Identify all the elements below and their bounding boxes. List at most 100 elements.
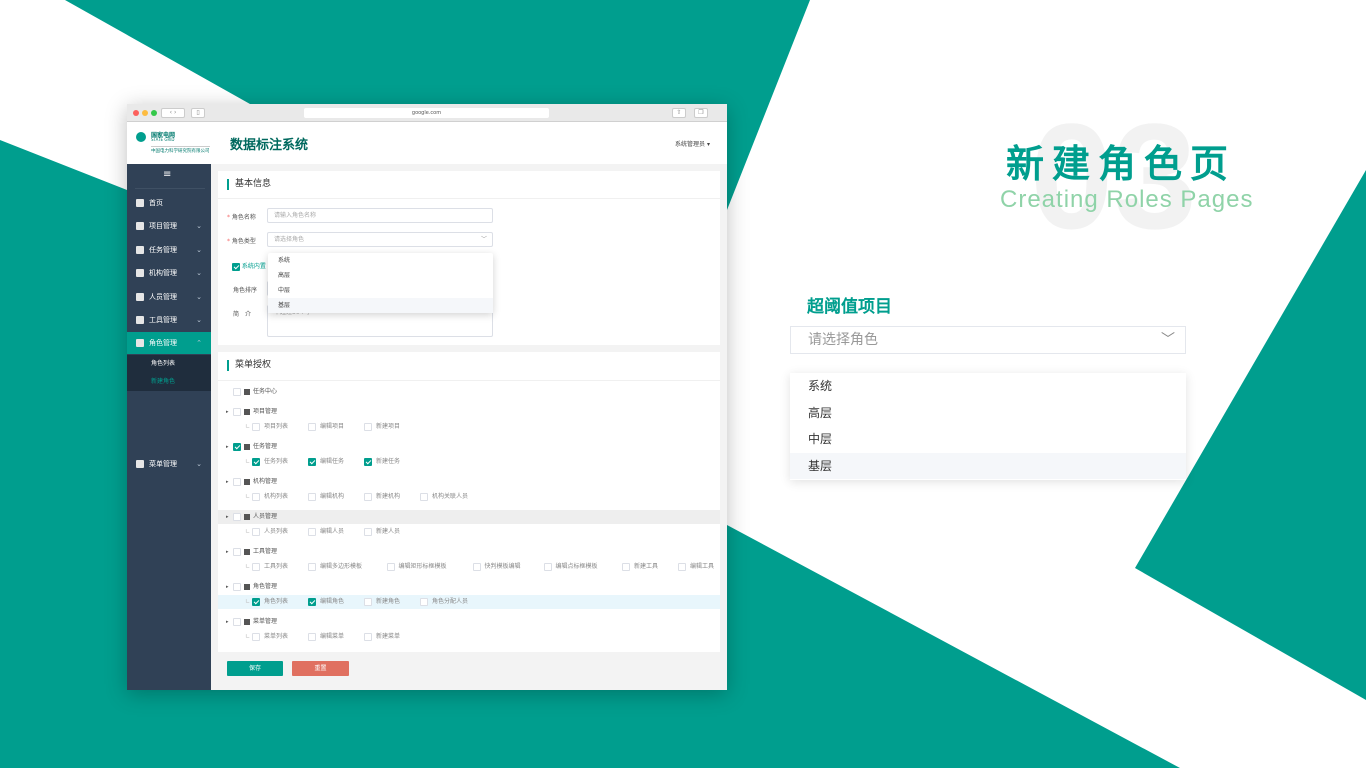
chevron-icon: ⌄ bbox=[196, 269, 202, 277]
child-checkbox[interactable]: 编辑机构 bbox=[308, 490, 344, 504]
expand-caret-icon[interactable]: ▸ bbox=[226, 615, 229, 629]
node-checkbox[interactable] bbox=[233, 580, 241, 594]
save-button[interactable]: 保存 bbox=[227, 661, 283, 676]
child-checkbox[interactable]: 工具列表 bbox=[252, 560, 288, 574]
sidebar-item[interactable]: 角色管理 ⌃ bbox=[127, 332, 211, 354]
child-checkbox[interactable]: 角色列表 bbox=[252, 595, 288, 609]
chevron-icon: ⌄ bbox=[196, 222, 202, 230]
node-checkbox[interactable] bbox=[233, 615, 241, 629]
node-checkbox[interactable] bbox=[233, 405, 241, 419]
share-icon[interactable]: ⇧ bbox=[672, 108, 686, 118]
section-title: 菜单授权 bbox=[227, 360, 271, 371]
sort-label: 角色排序 bbox=[233, 287, 258, 294]
option-system[interactable]: 系统 bbox=[268, 253, 493, 268]
tree-node[interactable]: ▸ 菜单管理 bbox=[218, 615, 720, 629]
node-checkbox[interactable] bbox=[233, 475, 241, 489]
sidebar-item[interactable]: 人员管理 ⌄ bbox=[127, 286, 211, 308]
expand-caret-icon[interactable]: ▸ bbox=[226, 580, 229, 594]
child-checkbox[interactable]: 编辑菜单 bbox=[308, 630, 344, 644]
chevron-icon: ⌃ bbox=[196, 339, 202, 347]
tabs-icon[interactable]: ❐ bbox=[694, 108, 708, 118]
select-placeholder: 请选择角色 bbox=[808, 332, 878, 348]
option-base[interactable]: 基层 bbox=[790, 452, 1186, 479]
reset-button[interactable]: 重置 bbox=[292, 661, 349, 676]
sidebar-item[interactable]: 首页 bbox=[127, 192, 211, 214]
tree-node[interactable]: ▸ 项目管理 bbox=[218, 405, 720, 419]
tree-node[interactable]: ▸ 角色管理 bbox=[218, 580, 720, 594]
menu-icon bbox=[244, 619, 250, 625]
child-checkbox[interactable]: 编辑点标框模板 bbox=[543, 560, 598, 574]
tree-children: ∟ 菜单列表 编辑菜单 新建菜单 bbox=[218, 630, 720, 644]
child-checkbox[interactable]: 新建人员 bbox=[364, 525, 400, 539]
expand-caret-icon[interactable]: ▸ bbox=[226, 545, 229, 559]
role-type-select[interactable]: 请选择角色 ﹀ bbox=[267, 232, 493, 247]
sidebar-subitem[interactable]: 角色列表 bbox=[127, 355, 211, 373]
child-checkbox[interactable]: 新建角色 bbox=[364, 595, 400, 609]
child-checkbox[interactable]: 编辑项目 bbox=[308, 420, 344, 434]
project-icon bbox=[136, 222, 144, 230]
app-title: 数据标注系统 bbox=[230, 138, 309, 153]
close-dot[interactable] bbox=[133, 110, 139, 116]
child-checkbox[interactable]: 菜单列表 bbox=[252, 630, 288, 644]
node-checkbox[interactable] bbox=[233, 440, 241, 454]
user-menu[interactable]: 系统管理员 ▾ bbox=[675, 139, 710, 148]
option-senior[interactable]: 高层 bbox=[268, 268, 493, 283]
sidebar-item[interactable]: 机构管理 ⌄ bbox=[127, 262, 211, 284]
tree-node[interactable]: ▸ 任务管理 bbox=[218, 440, 720, 454]
child-checkbox[interactable]: 新建工具 bbox=[622, 560, 658, 574]
child-checkbox[interactable]: 编辑人员 bbox=[308, 525, 344, 539]
option-system[interactable]: 系统 bbox=[790, 373, 1186, 400]
child-checkbox[interactable]: 人员列表 bbox=[252, 525, 288, 539]
back-forward-icon[interactable]: ‹ › bbox=[161, 108, 185, 118]
sidebar-item[interactable]: 任务管理 ⌄ bbox=[127, 239, 211, 261]
option-middle[interactable]: 中层 bbox=[268, 283, 493, 298]
option-senior[interactable]: 高层 bbox=[790, 400, 1186, 427]
divider bbox=[218, 198, 720, 199]
expand-caret-icon[interactable]: ▸ bbox=[226, 405, 229, 419]
node-checkbox[interactable] bbox=[233, 545, 241, 559]
child-checkbox[interactable]: 编辑矩形标框模板 bbox=[386, 560, 447, 574]
sidebar: ≡ 首页 项目管理 ⌄ 任务管理 ⌄ 机构管理 ⌄ 人员管理 ⌄ 工具管理 ⌄ 角色管理 ⌃ 菜单管理 ⌄ 角… bbox=[127, 164, 211, 690]
user-name: 系统管理员 bbox=[675, 141, 706, 148]
child-checkbox[interactable]: 编辑工具 bbox=[678, 560, 714, 574]
child-checkbox[interactable]: 机构列表 bbox=[252, 490, 288, 504]
option-middle[interactable]: 中层 bbox=[790, 426, 1186, 453]
maximize-dot[interactable] bbox=[151, 110, 157, 116]
option-base[interactable]: 基层 bbox=[268, 298, 493, 313]
zoom-role-select[interactable]: 请选择角色 ﹀ bbox=[790, 326, 1186, 354]
child-checkbox[interactable]: 任务列表 bbox=[252, 455, 288, 469]
tree-node[interactable]: ▸ 工具管理 bbox=[218, 545, 720, 559]
hamburger-icon[interactable]: ≡ bbox=[163, 169, 171, 180]
task-icon bbox=[136, 246, 144, 254]
child-checkbox[interactable]: 项目列表 bbox=[252, 420, 288, 434]
minimize-dot[interactable] bbox=[142, 110, 148, 116]
tree-children: ∟ 人员列表 编辑人员 新建人员 bbox=[218, 525, 720, 539]
child-checkbox[interactable]: 编辑角色 bbox=[308, 595, 344, 609]
child-checkbox[interactable]: 编辑多边形模板 bbox=[308, 560, 362, 574]
node-checkbox[interactable] bbox=[233, 385, 241, 399]
child-checkbox[interactable]: 新建菜单 bbox=[364, 630, 400, 644]
role-name-input[interactable]: 请输入角色名称 bbox=[267, 208, 493, 223]
node-checkbox[interactable] bbox=[233, 510, 241, 524]
sidebar-item-label: 工具管理 bbox=[149, 316, 177, 324]
sidebar-subitem[interactable]: 新建角色 bbox=[127, 373, 211, 391]
child-checkbox[interactable]: 机构关联人员 bbox=[420, 490, 468, 504]
sidebar-item[interactable]: 菜单管理 ⌄ bbox=[127, 453, 211, 475]
child-checkbox[interactable]: 新建任务 bbox=[364, 455, 400, 469]
builtin-checkbox[interactable]: 系统内置 bbox=[232, 261, 266, 271]
sidebar-item[interactable]: 项目管理 ⌄ bbox=[127, 215, 211, 237]
url-bar[interactable]: google.com bbox=[304, 108, 549, 118]
tree-node[interactable]: 任务中心 bbox=[218, 385, 720, 399]
child-checkbox[interactable]: 快判模板编辑 bbox=[472, 560, 521, 574]
expand-caret-icon[interactable]: ▸ bbox=[226, 510, 229, 524]
expand-caret-icon[interactable]: ▸ bbox=[226, 440, 229, 454]
tree-node[interactable]: ▸ 人员管理 bbox=[218, 510, 720, 524]
child-checkbox[interactable]: 新建机构 bbox=[364, 490, 400, 504]
expand-caret-icon[interactable]: ▸ bbox=[226, 475, 229, 489]
child-checkbox[interactable]: 编辑任务 bbox=[308, 455, 344, 469]
child-checkbox[interactable]: 角色分配人员 bbox=[420, 595, 468, 609]
child-checkbox[interactable]: 新建项目 bbox=[364, 420, 400, 434]
tree-node[interactable]: ▸ 机构管理 bbox=[218, 475, 720, 489]
sidebar-toggle-icon[interactable]: ▯ bbox=[191, 108, 205, 118]
sidebar-item[interactable]: 工具管理 ⌄ bbox=[127, 309, 211, 331]
